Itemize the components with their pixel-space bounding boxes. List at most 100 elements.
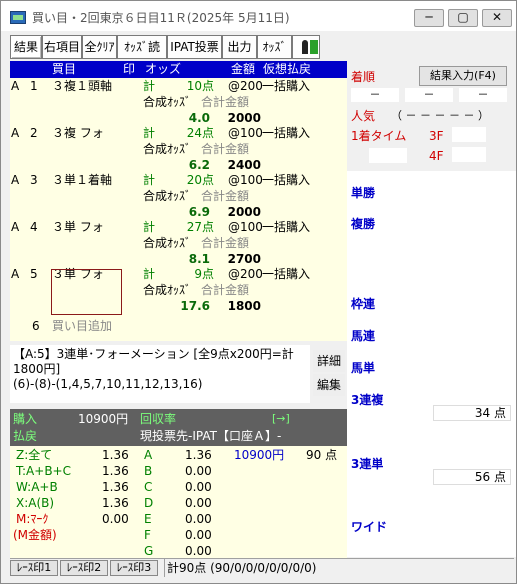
first-place-box[interactable]: － xyxy=(351,88,399,102)
ipat-vote-button[interactable]: IPAT投票 xyxy=(167,35,222,59)
person-icon xyxy=(302,40,318,54)
stat-m-amount-label: (M金額) xyxy=(13,528,57,542)
row-total-label: 合計金額 xyxy=(201,95,250,109)
row-total: 1800 xyxy=(227,299,261,313)
close-button[interactable]: ✕ xyxy=(482,9,512,27)
status-bar: ﾚｰｽ印1 ﾚｰｽ印2 ﾚｰｽ印3 計90点 (90/0/0/0/0/0/0/0… xyxy=(10,558,514,577)
first-time-label: 1着タイム xyxy=(351,129,407,143)
row-bet-type: ３複１頭軸 xyxy=(52,79,113,93)
row-total: 2000 xyxy=(227,111,261,125)
stat-e-value: 0.00 xyxy=(185,512,212,526)
row-count: 10点 xyxy=(186,79,214,93)
stat-c-value: 0.00 xyxy=(185,480,212,494)
row-number: 1 xyxy=(30,79,38,93)
time-field[interactable] xyxy=(369,148,407,163)
row-method: 一括購入 xyxy=(262,220,311,234)
odds-read-button[interactable]: ｵｯｽﾞ読 xyxy=(117,35,167,59)
row-count: 20点 xyxy=(186,173,214,187)
row-odds: 6.9 xyxy=(188,205,210,219)
row-method: 一括購入 xyxy=(262,79,311,93)
row-number: 3 xyxy=(30,173,38,187)
stat-z-label: Z:全て xyxy=(16,448,53,462)
maximize-button[interactable]: ▢ xyxy=(448,9,478,27)
row-count-label: 計 xyxy=(143,79,156,93)
add-bet-row[interactable]: 6 買い目追加 xyxy=(10,315,347,337)
popularity-value: （ － － － － － ） xyxy=(391,109,489,122)
third-place-box[interactable]: － xyxy=(459,88,507,102)
stat-m-label: M:ﾏｰｸ xyxy=(16,512,49,526)
race-mark-2-button[interactable]: ﾚｰｽ印2 xyxy=(60,560,108,576)
result-input-button[interactable]: 結果入力(F4) xyxy=(419,66,507,86)
right-item-button[interactable]: 右項目 xyxy=(42,35,82,59)
stat-a-amount: 10900円 xyxy=(234,448,285,462)
bet-type-exacta: 馬単 xyxy=(351,361,376,375)
row-unit: @100 xyxy=(228,220,263,234)
f4-label: 4F xyxy=(429,149,444,163)
row-count-label: 計 xyxy=(143,126,156,140)
race-mark-3-button[interactable]: ﾚｰｽ印3 xyxy=(110,560,158,576)
header-bet: 買目 xyxy=(52,62,77,76)
row-total: 2000 xyxy=(227,205,261,219)
app-window: 買い目・2回東京６日目11Ｒ(2025年 5月11日) ─ ▢ ✕ 結果 右項目… xyxy=(0,0,517,584)
row-odds: 6.2 xyxy=(188,158,210,172)
summary-panel: 購入 10900円 回収率 [→] 払戻 現投票先-IPAT【口座Ａ】- xyxy=(10,409,347,446)
row-number: 5 xyxy=(30,267,38,281)
row-group: A xyxy=(11,173,20,187)
header-odds: オッズ xyxy=(145,62,182,76)
row-unit: @200 xyxy=(228,267,263,281)
f3-label: 3F xyxy=(429,129,444,143)
bet-type-trifecta: 3連単 xyxy=(351,457,384,471)
f3-field[interactable] xyxy=(452,127,486,142)
row-count-label: 計 xyxy=(143,267,156,281)
row-odds-label: 合成ｵｯｽﾞ xyxy=(143,142,192,156)
selection-box xyxy=(51,269,122,315)
output-button[interactable]: 出力 xyxy=(222,35,257,59)
add-row-label: 買い目追加 xyxy=(52,319,113,333)
minimize-button[interactable]: ─ xyxy=(414,9,444,27)
header-amount: 金額 xyxy=(231,62,256,76)
stat-b-label: B xyxy=(144,464,153,478)
bet-list: 買目 印 オッズ 金額 仮想払戻 A 1 ３複１頭軸 計 10点 @200 一括… xyxy=(10,61,347,341)
edit-button[interactable]: 編集 xyxy=(313,374,345,396)
row-total-label: 合計金額 xyxy=(201,283,250,297)
row-unit: @200 xyxy=(228,79,263,93)
stat-b-value: 0.00 xyxy=(185,464,212,478)
vote-target: 現投票先-IPAT【口座Ａ】- xyxy=(140,429,282,443)
title-bar: 買い目・2回東京６日目11Ｒ(2025年 5月11日) ─ ▢ ✕ xyxy=(1,1,516,31)
row-group: A xyxy=(11,79,20,93)
stats-panel: Z:全て 1.36 T:A+B+C 1.36 W:A+B 1.36 X:A(B)… xyxy=(10,446,347,558)
stat-f-value: 0.00 xyxy=(185,528,212,542)
stat-w-label: W:A+B xyxy=(16,480,58,494)
row-count-label: 計 xyxy=(143,220,156,234)
user-button[interactable] xyxy=(292,35,320,59)
row-unit: @100 xyxy=(228,126,263,140)
refund-label: 払戻 xyxy=(13,429,38,443)
result-tool-button[interactable]: 結果 xyxy=(10,35,42,59)
second-place-box[interactable]: － xyxy=(405,88,453,102)
row-count-label: 計 xyxy=(143,173,156,187)
row-group: A xyxy=(11,267,20,281)
header-mark: 印 xyxy=(123,62,136,76)
row-number: 2 xyxy=(30,126,38,140)
row-unit: @100 xyxy=(228,173,263,187)
order-label: 着順 xyxy=(351,70,376,84)
row-bet-type: ３単 フォ xyxy=(52,220,104,234)
detail-button[interactable]: 詳細 xyxy=(313,350,345,372)
row-odds-label: 合成ｵｯｽﾞ xyxy=(143,283,192,297)
bet-type-quinella: 馬連 xyxy=(351,329,376,343)
stat-t-value: 1.36 xyxy=(102,464,129,478)
trio-points: 34 点 xyxy=(433,405,511,421)
bet-detail-line2: (6)-(8)-(1,4,5,7,10,11,12,13,16) xyxy=(13,377,203,391)
stat-a-label: A xyxy=(144,448,153,462)
row-total-label: 合計金額 xyxy=(201,189,250,203)
clear-all-button[interactable]: 全ｸﾘｱ xyxy=(82,35,117,59)
stat-d-value: 0.00 xyxy=(185,496,212,510)
bet-type-trio: 3連複 xyxy=(351,393,384,407)
bet-type-wide: ワイド xyxy=(351,520,388,534)
stat-x-label: X:A(B) xyxy=(16,496,55,510)
row-odds-label: 合成ｵｯｽﾞ xyxy=(143,189,192,203)
odds-button[interactable]: ｵｯｽﾞ xyxy=(257,35,292,59)
race-mark-1-button[interactable]: ﾚｰｽ印1 xyxy=(10,560,58,576)
arrow-button[interactable]: [→] xyxy=(272,411,290,427)
f4-field[interactable] xyxy=(452,147,486,162)
